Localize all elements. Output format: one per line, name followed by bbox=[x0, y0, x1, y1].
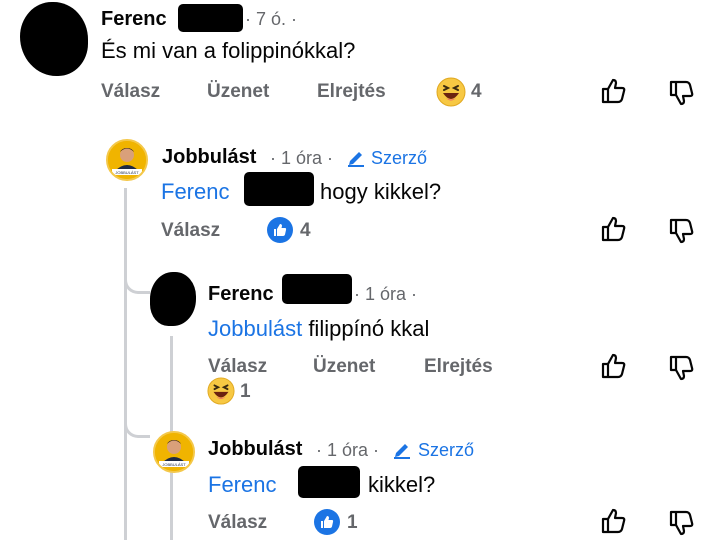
avatar[interactable] bbox=[150, 272, 196, 326]
reaction-count[interactable]: 4 bbox=[471, 81, 482, 103]
downvote-icon[interactable] bbox=[667, 354, 695, 382]
like-reaction-icon bbox=[267, 217, 293, 243]
comment-author[interactable]: Jobbulást bbox=[162, 146, 256, 169]
upvote-icon[interactable] bbox=[599, 77, 627, 105]
message-button[interactable]: Üzenet bbox=[207, 81, 269, 103]
author-badge: Szerző bbox=[418, 440, 475, 460]
mention-link[interactable]: Jobbulást bbox=[208, 316, 302, 341]
message-button[interactable]: Üzenet bbox=[313, 356, 375, 378]
comment-time[interactable]: · 1 óra · bbox=[354, 284, 417, 305]
downvote-icon[interactable] bbox=[667, 509, 695, 537]
upvote-icon[interactable] bbox=[599, 507, 627, 535]
comment-author[interactable]: Jobbulást bbox=[208, 438, 302, 461]
reply-button[interactable]: Válasz bbox=[101, 81, 160, 103]
reply-button[interactable]: Válasz bbox=[208, 356, 267, 378]
reaction-count[interactable]: 1 bbox=[240, 381, 251, 403]
pencil-icon bbox=[394, 444, 410, 459]
thread-line bbox=[124, 188, 127, 540]
comment-text: kikkel? bbox=[368, 472, 436, 497]
redacted-name bbox=[244, 172, 314, 206]
avatar-label: JOBBULÁST bbox=[162, 462, 186, 467]
comment-time[interactable]: · 1 óra · bbox=[270, 148, 333, 169]
comment-time[interactable]: · 1 óra · bbox=[316, 440, 379, 461]
comment-text: filippínó kkal bbox=[308, 316, 430, 341]
mention-link[interactable]: Ferenc bbox=[161, 179, 229, 205]
downvote-icon[interactable] bbox=[667, 217, 695, 245]
reply-button[interactable]: Válasz bbox=[208, 512, 267, 534]
thread-line-curve bbox=[124, 276, 150, 294]
mention-link[interactable]: Ferenc bbox=[208, 472, 276, 498]
comment-body: Jobbulást filippínó kkal bbox=[208, 316, 429, 342]
reaction-count[interactable]: 1 bbox=[347, 512, 358, 534]
comment-author[interactable]: Ferenc bbox=[208, 283, 274, 306]
like-reaction-icon bbox=[314, 509, 340, 535]
downvote-icon[interactable] bbox=[667, 79, 695, 107]
comment-text: hogy kikkel? bbox=[320, 179, 442, 204]
avatar[interactable]: JOBBULÁST bbox=[153, 431, 195, 473]
hide-button[interactable]: Elrejtés bbox=[317, 81, 386, 103]
comment-time[interactable]: · 7 ó. · bbox=[245, 9, 297, 30]
comment-author[interactable]: Ferenc bbox=[101, 8, 167, 31]
redacted-name bbox=[282, 274, 352, 304]
upvote-icon[interactable] bbox=[599, 215, 627, 243]
comment-text: És mi van a folippinókkal? bbox=[101, 38, 356, 63]
author-badge: Szerző bbox=[371, 148, 428, 168]
reaction-count[interactable]: 4 bbox=[300, 220, 311, 242]
haha-emoji-icon bbox=[207, 377, 235, 405]
avatar-label: JOBBULÁST bbox=[115, 170, 139, 175]
avatar[interactable] bbox=[20, 2, 88, 76]
reply-button[interactable]: Válasz bbox=[161, 220, 220, 242]
pencil-icon bbox=[348, 152, 364, 167]
avatar[interactable]: JOBBULÁST bbox=[106, 139, 148, 181]
redacted-name bbox=[298, 466, 360, 498]
upvote-icon[interactable] bbox=[599, 352, 627, 380]
hide-button[interactable]: Elrejtés bbox=[424, 356, 493, 378]
redacted-name bbox=[178, 4, 243, 32]
haha-emoji-icon bbox=[436, 77, 466, 107]
thread-line-curve bbox=[124, 420, 150, 438]
